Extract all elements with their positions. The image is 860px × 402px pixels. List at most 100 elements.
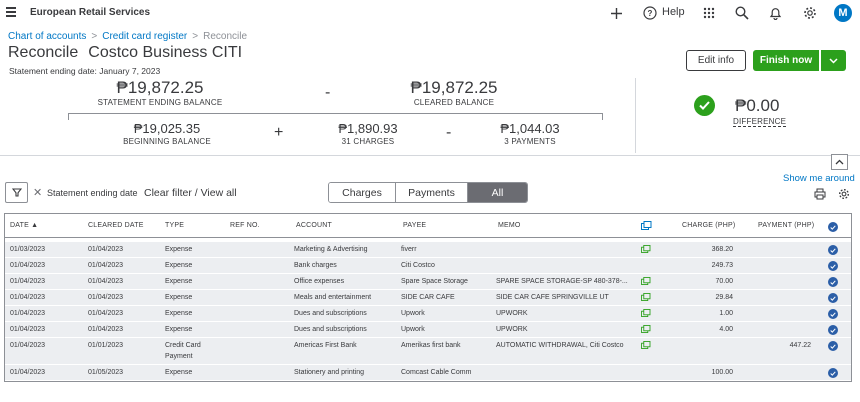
cell-cleared-date: 01/05/2023 — [88, 369, 124, 376]
cleared-balance-amount: ₱19,872.25 — [410, 78, 498, 97]
cleared-checkbox[interactable] — [828, 309, 838, 319]
settings-gear-icon[interactable] — [801, 4, 819, 22]
charges-amount: ₱1,890.93 — [338, 121, 398, 136]
cell-cleared-date: 01/04/2023 — [88, 294, 124, 301]
menu-toggle-icon[interactable] — [6, 7, 18, 17]
select-all-checkbox[interactable] — [828, 222, 838, 232]
beginning-balance-amount: ₱19,025.35 — [133, 121, 201, 136]
col-memo[interactable]: MEMO — [498, 222, 521, 229]
table-row[interactable]: 01/04/2023 01/04/2023 Expense Meals and ent… — [5, 290, 851, 306]
clear-filter-link[interactable]: Clear filter / View all — [144, 187, 237, 199]
cell-account: Bank charges — [294, 262, 337, 269]
finish-now-button[interactable]: Finish now — [753, 50, 819, 71]
cell-charge: 249.73 — [711, 262, 733, 269]
company-name: European Retail Services — [30, 7, 151, 18]
minus-operator: - — [325, 84, 331, 101]
cell-charge: 100.00 — [711, 369, 733, 376]
payments-count-label: 3 PAYMENTS — [504, 137, 556, 146]
search-icon[interactable] — [733, 4, 751, 22]
plus-icon[interactable] — [607, 4, 625, 22]
cell-account: Marketing & Advertising — [294, 246, 368, 253]
cell-type: Expense — [165, 294, 193, 301]
table-row[interactable]: 01/04/2023 01/01/2023 Credit Card Payment A… — [5, 338, 851, 365]
cell-cleared-date: 01/04/2023 — [88, 246, 124, 253]
remove-filter-icon[interactable]: ✕ — [33, 186, 42, 199]
cell-cleared-date: 01/04/2023 — [88, 310, 124, 317]
cell-date: 01/04/2023 — [10, 342, 46, 349]
finish-options-dropdown[interactable] — [820, 50, 846, 71]
apps-grid-icon[interactable] — [700, 4, 718, 22]
collapse-summary-button[interactable] — [831, 154, 848, 170]
col-cleared-date[interactable]: CLEARED DATE — [88, 222, 144, 229]
edit-info-button[interactable]: Edit info — [686, 50, 746, 71]
table-body: 01/03/2023 01/04/2023 Expense Marketing & A… — [5, 242, 851, 381]
show-me-around-link[interactable]: Show me around — [783, 173, 855, 184]
attachment-icon[interactable] — [641, 245, 651, 253]
help-icon[interactable]: ? — [641, 4, 659, 22]
breadcrumb-chart-of-accounts[interactable]: Chart of accounts — [8, 31, 86, 42]
cell-payee: SIDE CAR CAFE — [401, 294, 455, 301]
cleared-checkbox[interactable] — [828, 277, 838, 287]
table-settings-gear-icon[interactable] — [838, 187, 850, 205]
attachment-icon[interactable] — [641, 341, 651, 349]
cleared-checkbox[interactable] — [828, 261, 838, 271]
cell-payment: 447.22 — [789, 342, 811, 349]
cleared-checkbox[interactable] — [828, 245, 838, 255]
tab-payments[interactable]: Payments — [396, 183, 468, 202]
cell-payee: fiverr — [401, 246, 417, 253]
cell-date: 01/04/2023 — [10, 278, 46, 285]
cell-memo: SIDE CAR CAFE SPRINGVILLE UT — [496, 294, 609, 301]
cell-type: Credit Card Payment — [165, 342, 201, 360]
breadcrumb-credit-card-register[interactable]: Credit card register — [102, 31, 187, 42]
col-date[interactable]: DATE ▲ — [10, 222, 38, 229]
cell-charge: 1.00 — [719, 310, 733, 317]
table-row[interactable]: 01/04/2023 01/04/2023 Expense Dues and subs… — [5, 306, 851, 322]
user-avatar[interactable]: M — [834, 4, 852, 22]
filter-button[interactable] — [5, 182, 28, 203]
attachment-icon[interactable] — [641, 293, 651, 301]
statement-ending-date: Statement ending date: January 7, 2023 — [9, 66, 161, 76]
breadcrumb: Chart of accounts > Credit card register > R… — [8, 31, 247, 42]
cleared-checkbox[interactable] — [828, 368, 838, 378]
table-row[interactable]: 01/04/2023 01/04/2023 Expense Bank charges C… — [5, 258, 851, 274]
cell-type: Expense — [165, 262, 193, 269]
col-payment[interactable]: PAYMENT (PHP) — [758, 222, 814, 229]
difference-label[interactable]: DIFFERENCE — [733, 117, 787, 127]
cell-payee: Upwork — [401, 310, 425, 317]
balanced-check-icon — [694, 95, 715, 116]
svg-text:?: ? — [648, 9, 653, 18]
attachments-header-icon — [641, 221, 652, 230]
tab-all[interactable]: All — [468, 183, 527, 202]
col-account[interactable]: ACCOUNT — [296, 222, 332, 229]
cleared-checkbox[interactable] — [828, 341, 838, 351]
table-header: DATE ▲ CLEARED DATE TYPE REF NO. ACCOUNT… — [5, 214, 851, 238]
cell-account: Meals and entertainment — [294, 294, 372, 301]
attachment-icon[interactable] — [641, 325, 651, 333]
cleared-checkbox[interactable] — [828, 293, 838, 303]
attachment-icon[interactable] — [641, 277, 651, 285]
cleared-checkbox[interactable] — [828, 325, 838, 335]
table-row[interactable]: 01/04/2023 01/04/2023 Expense Office expens… — [5, 274, 851, 290]
cell-type: Expense — [165, 326, 193, 333]
help-label[interactable]: Help — [662, 6, 685, 18]
cell-type: Expense — [165, 246, 193, 253]
page-title: Reconcile Costco Business CITI — [8, 44, 242, 62]
cell-date: 01/03/2023 — [10, 246, 46, 253]
col-charge[interactable]: CHARGE (PHP) — [682, 222, 735, 229]
notification-bell-icon[interactable] — [766, 4, 784, 22]
tab-charges[interactable]: Charges — [329, 183, 396, 202]
col-ref-no[interactable]: REF NO. — [230, 222, 260, 229]
page-title-text: Reconcile — [8, 44, 79, 61]
checkmark-icon — [830, 343, 836, 349]
col-payee[interactable]: PAYEE — [403, 222, 426, 229]
col-type[interactable]: TYPE — [165, 222, 184, 229]
checkmark-icon — [830, 224, 836, 230]
table-row[interactable]: 01/03/2023 01/04/2023 Expense Marketing & A… — [5, 242, 851, 258]
table-row[interactable]: 01/04/2023 01/04/2023 Expense Dues and subs… — [5, 322, 851, 338]
table-row[interactable]: 01/04/2023 01/05/2023 Expense Stationery an… — [5, 365, 851, 381]
charges-count-label: 31 CHARGES — [341, 137, 395, 146]
print-icon[interactable] — [814, 187, 826, 205]
attachment-icon[interactable] — [641, 309, 651, 317]
active-filter-chip: Statement ending date — [47, 188, 138, 198]
checkmark-icon — [830, 327, 836, 333]
